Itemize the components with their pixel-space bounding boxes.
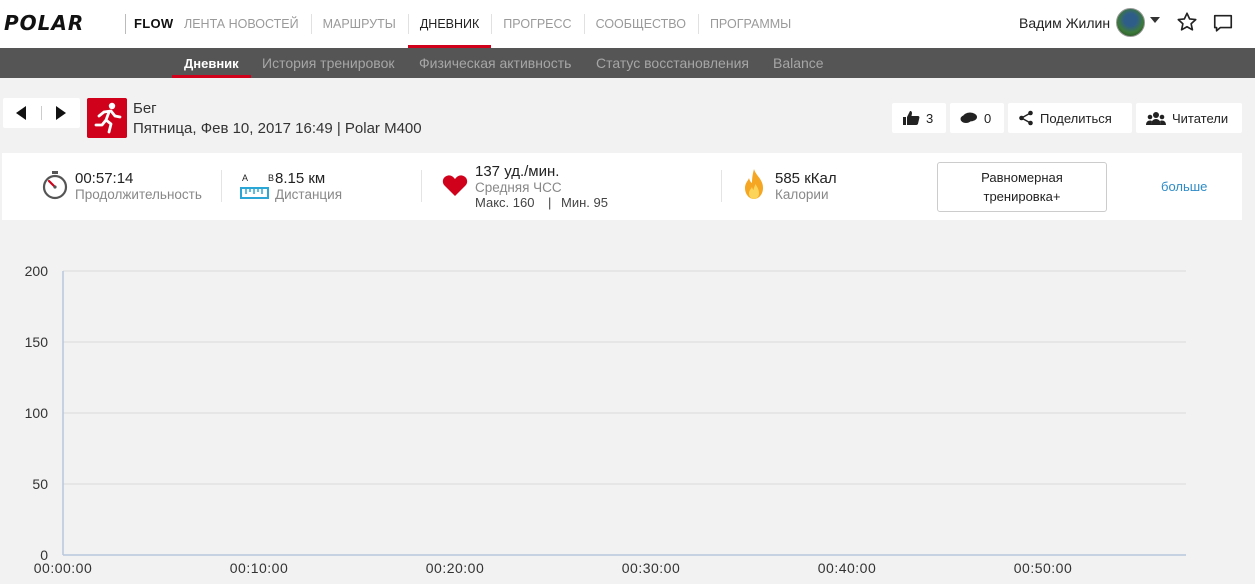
nav-item-routes[interactable]: МАРШРУТЫ — [310, 0, 408, 48]
polar-logo[interactable]: POLAR — [4, 11, 84, 35]
heart-rate-min: Мин. 95 — [561, 195, 608, 210]
nav-item-progress[interactable]: ПРОГРЕСС — [491, 0, 583, 48]
star-icon[interactable] — [1176, 11, 1198, 33]
logo-divider — [125, 14, 126, 34]
x-tick-label: 00:40:00 — [818, 560, 877, 576]
nav-item-feed[interactable]: ЛЕНТА НОВОСТЕЙ — [172, 0, 311, 48]
share-label: Поделиться — [1040, 110, 1112, 126]
heart-rate-max: Макс. 160 — [475, 195, 535, 210]
x-tick-label: 00:30:00 — [622, 560, 681, 576]
calories-value: 585 кКал — [775, 170, 837, 187]
distance-icon — [240, 187, 269, 199]
user-name[interactable]: Вадим Жилин — [1019, 15, 1110, 31]
like-count: 3 — [926, 110, 934, 126]
nav-item-community[interactable]: СООБЩЕСТВО — [583, 0, 698, 48]
message-icon[interactable] — [1212, 12, 1234, 34]
sub-navigation: Дневник История тренировок Физическая ак… — [0, 48, 1255, 78]
people-icon — [1146, 112, 1166, 125]
duration-label: Продолжительность — [75, 187, 202, 202]
y-tick-label: 50 — [32, 476, 48, 492]
previous-arrow-icon[interactable] — [16, 106, 26, 120]
subnav-item-balance[interactable]: Balance — [773, 48, 824, 78]
top-navigation: POLAR FLOW ЛЕНТА НОВОСТЕЙ МАРШРУТЫ ДНЕВН… — [0, 0, 1255, 48]
main-nav: ЛЕНТА НОВОСТЕЙ МАРШРУТЫ ДНЕВНИК ПРОГРЕСС… — [172, 0, 803, 48]
followers-button[interactable]: Читатели — [1136, 103, 1242, 133]
share-button[interactable]: Поделиться — [1008, 103, 1132, 133]
chevron-down-icon[interactable] — [1150, 17, 1160, 23]
duration-value: 00:57:14 — [75, 170, 134, 187]
divider — [221, 170, 222, 202]
like-button[interactable]: 3 — [892, 103, 946, 133]
training-benefit-line-1: Равномерная — [981, 170, 1063, 185]
divider — [41, 106, 42, 120]
share-icon — [1019, 110, 1033, 126]
distance-value: 8.15 км — [275, 170, 326, 187]
subnav-item-training-history[interactable]: История тренировок — [262, 48, 394, 78]
training-benefit-button[interactable]: Равномерная тренировка+ — [937, 162, 1107, 212]
next-arrow-icon[interactable] — [56, 106, 66, 120]
more-link[interactable]: больше — [1161, 179, 1207, 194]
running-icon — [87, 98, 127, 138]
comment-count: 0 — [984, 110, 992, 126]
activity-details: Пятница, Фев 10, 2017 16:49 | Polar M400 — [133, 120, 422, 137]
flow-label[interactable]: FLOW — [134, 16, 173, 31]
distance-label: Дистанция — [275, 187, 343, 202]
training-benefit-line-2: тренировка+ — [983, 189, 1061, 204]
x-tick-label: 00:10:00 — [230, 560, 289, 576]
avatar[interactable] — [1116, 8, 1145, 37]
stopwatch-icon — [42, 171, 68, 200]
comment-button[interactable]: 0 — [950, 103, 1004, 133]
thumbs-up-icon — [903, 111, 920, 125]
calories-label: Калории — [775, 187, 829, 202]
x-tick-label: 00:50:00 — [1014, 560, 1073, 576]
heart-rate-separator: | — [548, 195, 552, 210]
subnav-item-recovery[interactable]: Статус восстановления — [596, 48, 749, 78]
x-tick-label: 00:00:00 — [34, 560, 93, 576]
subnav-item-diary[interactable]: Дневник — [172, 48, 251, 78]
comment-icon — [960, 112, 977, 123]
flame-icon — [745, 169, 763, 199]
heart-rate-chart: 05010015020000:00:00 00:10:00 00:20:00 00:3… — [25, 263, 1186, 576]
training-summary: 00:57:14 Продолжительность A B 8.15 км Д… — [2, 153, 1242, 220]
prev-next-buttons — [3, 98, 80, 128]
followers-label: Читатели — [1172, 110, 1229, 126]
divider — [421, 170, 422, 202]
nav-item-diary[interactable]: ДНЕВНИК — [407, 0, 492, 48]
heart-rate-value: 137 уд./мин. — [475, 163, 560, 180]
x-tick-label: 00:20:00 — [426, 560, 485, 576]
heart-rate-label: Средняя ЧСС — [475, 180, 562, 195]
y-tick-label: 100 — [25, 405, 49, 421]
nav-item-programs[interactable]: ПРОГРАММЫ — [697, 0, 803, 48]
y-tick-label: 200 — [25, 263, 49, 279]
divider — [721, 170, 722, 202]
heart-icon — [442, 175, 468, 196]
sport-name: Бег — [133, 100, 157, 117]
y-tick-label: 150 — [25, 334, 49, 350]
subnav-item-activity[interactable]: Физическая активность — [419, 48, 571, 78]
